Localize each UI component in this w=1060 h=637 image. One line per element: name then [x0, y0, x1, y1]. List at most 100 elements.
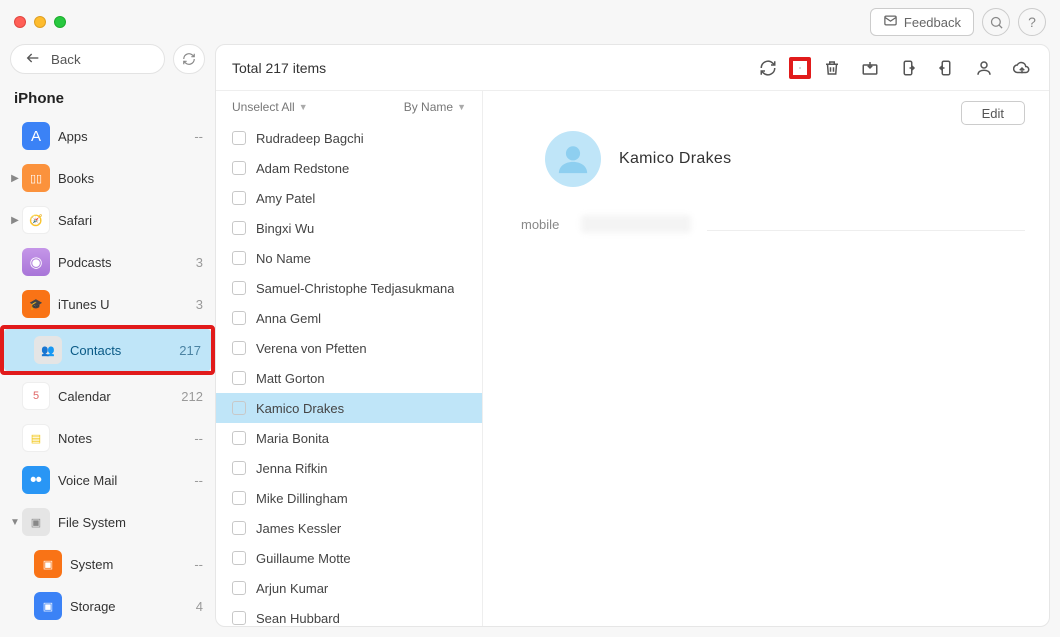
checkbox[interactable] — [232, 581, 246, 595]
add-button[interactable] — [789, 57, 811, 79]
back-button[interactable]: Back — [10, 44, 165, 74]
checkbox[interactable] — [232, 311, 246, 325]
contact-header: Kamico Drakes — [507, 131, 1025, 187]
close-window-icon[interactable] — [14, 16, 26, 28]
sidebar-refresh-button[interactable] — [173, 44, 205, 74]
notes-icon: ▤ — [22, 424, 50, 452]
disclosure-icon: ▶ — [8, 215, 22, 226]
delete-button[interactable] — [821, 57, 843, 79]
list-item-label: Guillaume Motte — [256, 551, 351, 566]
help-button[interactable]: ? — [1018, 8, 1046, 36]
sidebar: Back iPhone AApps--▶▯▯Books▶🧭Safari◉Podc… — [0, 44, 215, 637]
sidebar-item-itunes-u[interactable]: 🎓iTunes U3 — [6, 283, 209, 325]
list-item[interactable]: Adam Redstone — [216, 153, 482, 183]
checkbox[interactable] — [232, 551, 246, 565]
podcasts-icon: ◉ — [22, 248, 50, 276]
sidebar-item-contacts[interactable]: 👥Contacts217 — [4, 329, 211, 371]
checkbox[interactable] — [232, 281, 246, 295]
list-item[interactable]: Mike Dillingham — [216, 483, 482, 513]
sidebar-item-count: 3 — [196, 255, 203, 270]
feedback-button[interactable]: Feedback — [870, 8, 974, 36]
list-item-label: Sean Hubbard — [256, 611, 340, 626]
list-item[interactable]: Rudradeep Bagchi — [216, 123, 482, 153]
sidebar-item-apps[interactable]: AApps-- — [6, 115, 209, 157]
checkbox[interactable] — [232, 371, 246, 385]
refresh-button[interactable] — [757, 57, 779, 79]
detail-field: mobile — [507, 215, 1025, 233]
sidebar-item-label: Contacts — [70, 343, 179, 358]
sort-button[interactable]: By Name ▼ — [404, 100, 466, 114]
window-controls — [14, 16, 66, 28]
search-button[interactable] — [982, 8, 1010, 36]
export-button[interactable] — [897, 57, 919, 79]
books-icon: ▯▯ — [22, 164, 50, 192]
sidebar-item-calendar[interactable]: 5Calendar212 — [6, 375, 209, 417]
list-item-label: Maria Bonita — [256, 431, 329, 446]
minimize-window-icon[interactable] — [34, 16, 46, 28]
list-item[interactable]: James Kessler — [216, 513, 482, 543]
sidebar-item-label: iTunes U — [58, 297, 196, 312]
refresh-icon — [759, 59, 777, 77]
contacts-list[interactable]: Rudradeep Bagchi Adam RedstoneAmy PatelBi… — [216, 123, 482, 626]
sidebar-item-count: -- — [194, 129, 203, 144]
field-label: mobile — [521, 217, 569, 232]
sidebar-item-label: System — [70, 557, 194, 572]
unselect-all-label: Unselect All — [232, 100, 295, 114]
checkbox[interactable] — [232, 251, 246, 265]
merge-button[interactable] — [973, 57, 995, 79]
checkbox[interactable] — [232, 221, 246, 235]
list-item-label: Kamico Drakes — [256, 401, 344, 416]
sidebar-item-file-system[interactable]: ▼▣File System — [6, 501, 209, 543]
checkbox[interactable] — [232, 341, 246, 355]
checkbox[interactable] — [232, 461, 246, 475]
cloud-button[interactable] — [1011, 57, 1033, 79]
list-item[interactable]: Matt Gorton — [216, 363, 482, 393]
zoom-window-icon[interactable] — [54, 16, 66, 28]
unselect-all-button[interactable]: Unselect All ▼ — [232, 100, 308, 114]
checkbox[interactable] — [232, 131, 246, 145]
import-button[interactable] — [935, 57, 957, 79]
sidebar-item-storage[interactable]: ▣Storage4 — [6, 585, 209, 627]
checkbox[interactable] — [232, 161, 246, 175]
import-icon — [937, 59, 955, 77]
list-item[interactable]: Kamico Drakes — [216, 393, 482, 423]
list-item[interactable]: Sean Hubbard — [216, 603, 482, 626]
list-item[interactable]: Bingxi Wu — [216, 213, 482, 243]
list-item[interactable]: Maria Bonita — [216, 423, 482, 453]
checkbox[interactable] — [232, 401, 246, 415]
list-item[interactable]: Anna Geml — [216, 303, 482, 333]
checkbox[interactable] — [232, 521, 246, 535]
sidebar-item-count: 217 — [179, 343, 201, 358]
sidebar-item-voice-mail[interactable]: ⏺⏺Voice Mail-- — [6, 459, 209, 501]
list-item[interactable]: Arjun Kumar — [216, 573, 482, 603]
sidebar-item-safari[interactable]: ▶🧭Safari — [6, 199, 209, 241]
edit-button[interactable]: Edit — [961, 101, 1025, 125]
list-item-label: Rudradeep Bagchi — [256, 131, 364, 146]
list-item[interactable]: Samuel-Christophe Tedjasukmana — [216, 273, 482, 303]
contact-name: Kamico Drakes — [619, 150, 731, 168]
edit-label: Edit — [982, 106, 1004, 121]
sidebar-item-books[interactable]: ▶▯▯Books — [6, 157, 209, 199]
calendar-icon: 5 — [22, 382, 50, 410]
list-item-label: Samuel-Christophe Tedjasukmana — [256, 281, 454, 296]
checkbox[interactable] — [232, 431, 246, 445]
list-item[interactable]: Jenna Rifkin — [216, 453, 482, 483]
list-item[interactable]: No Name — [216, 243, 482, 273]
titlebar: Feedback ? — [0, 0, 1060, 44]
sidebar-item-label: Podcasts — [58, 255, 196, 270]
to-device-button[interactable] — [859, 57, 881, 79]
list-item[interactable]: Guillaume Motte — [216, 543, 482, 573]
system-icon: ▣ — [34, 550, 62, 578]
sidebar-item-system[interactable]: ▣System-- — [6, 543, 209, 585]
sidebar-item-notes[interactable]: ▤Notes-- — [6, 417, 209, 459]
checkbox[interactable] — [232, 491, 246, 505]
list-item[interactable]: Verena von Pfetten — [216, 333, 482, 363]
list-item-label: Verena von Pfetten — [256, 341, 367, 356]
cloud-icon — [1013, 59, 1031, 77]
sidebar-item-label: Notes — [58, 431, 194, 446]
caret-down-icon: ▼ — [299, 102, 308, 112]
sidebar-item-podcasts[interactable]: ◉ Podcasts3 — [6, 241, 209, 283]
checkbox[interactable] — [232, 611, 246, 625]
checkbox[interactable] — [232, 191, 246, 205]
list-item[interactable]: Amy Patel — [216, 183, 482, 213]
